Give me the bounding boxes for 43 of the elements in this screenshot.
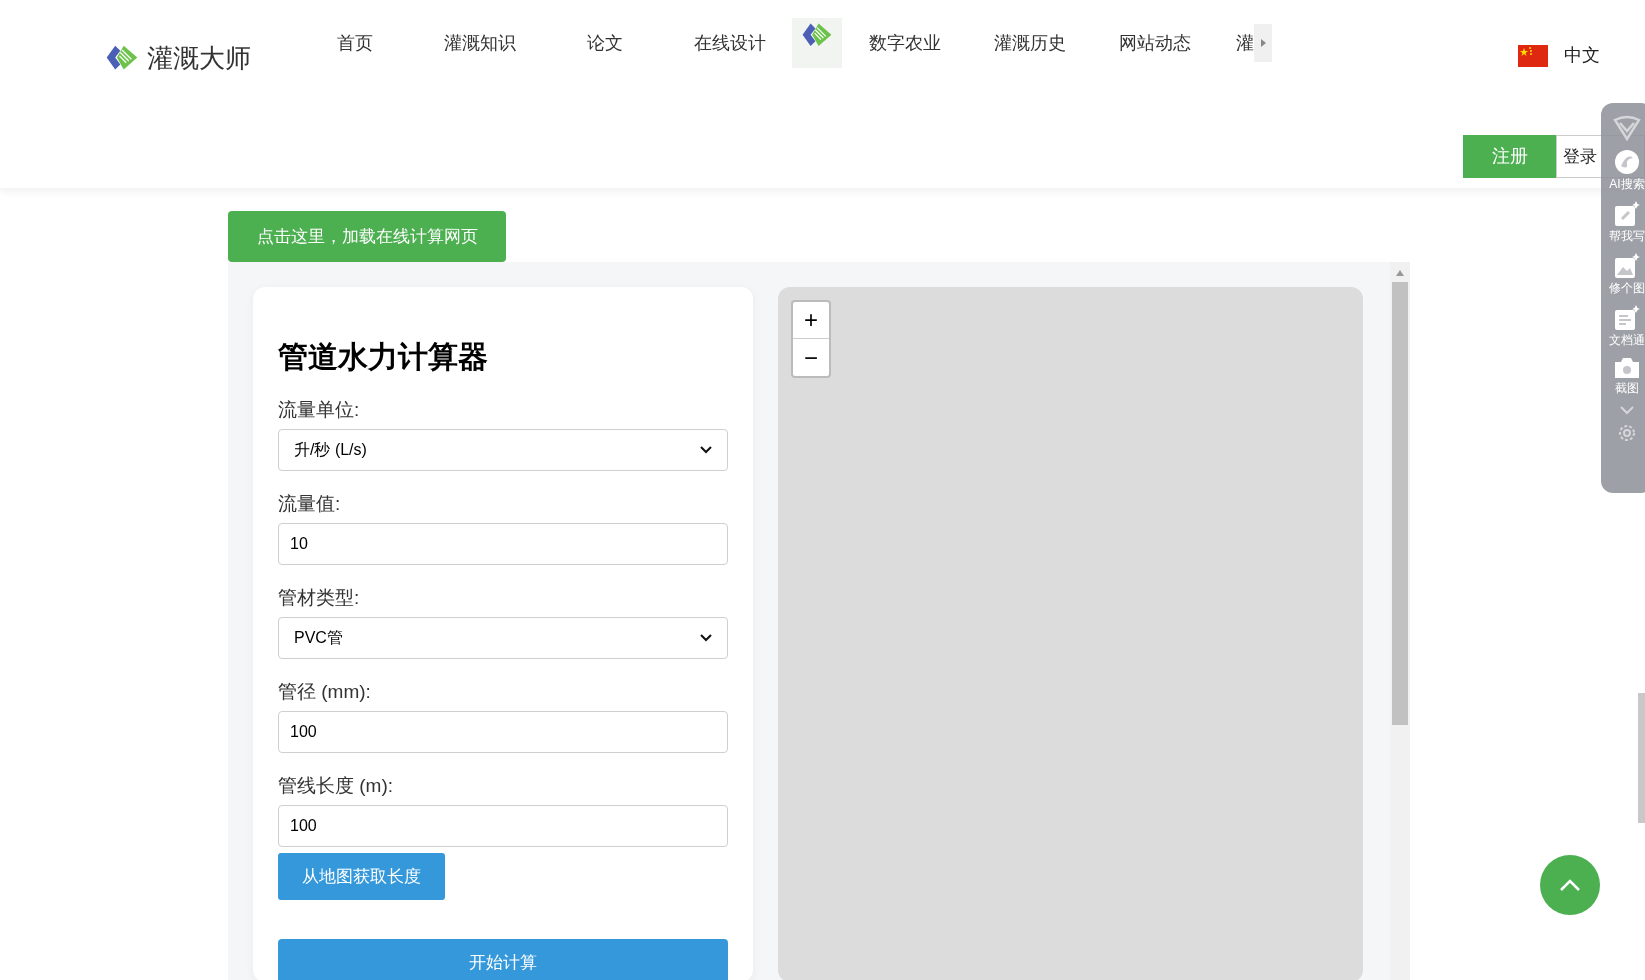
nav-link[interactable]: 灌溉历史 [993, 29, 1066, 57]
nav-link[interactable]: 灌 [1236, 29, 1254, 57]
field-label: 流量值: [278, 493, 342, 515]
calculator-title: 管道水力计算器 [278, 339, 489, 375]
language-label[interactable]: 中文 [1564, 42, 1600, 69]
flag-icon[interactable] [1518, 44, 1548, 67]
logo-thumbnail[interactable] [792, 18, 842, 68]
document-icon[interactable] [1614, 305, 1640, 331]
input-field[interactable]: 100 [278, 805, 728, 847]
chevron-down-icon [700, 446, 712, 454]
settings-icon[interactable] [1617, 423, 1637, 443]
logo-icon [801, 22, 833, 48]
pen-icon[interactable] [1614, 201, 1640, 227]
image-icon[interactable] [1614, 253, 1640, 279]
logo-text: 灌溉大师 [147, 41, 251, 75]
chevron-down-icon [700, 634, 712, 642]
nav-link[interactable]: 网站动态 [1118, 29, 1191, 57]
back-to-top-button[interactable] [1540, 855, 1600, 915]
chevron-up-icon [1559, 879, 1581, 891]
scroll-right-button[interactable] [1254, 24, 1272, 62]
camera-icon[interactable] [1614, 357, 1640, 379]
zoom-out-button[interactable]: − [793, 339, 829, 376]
field-label: 管线长度 (m): [278, 775, 395, 797]
nav-link[interactable]: 首页 [336, 29, 373, 57]
logo-icon [105, 44, 139, 72]
field-label: 管径 (mm): [278, 681, 372, 703]
shield-icon[interactable] [1612, 115, 1642, 141]
nav-link[interactable]: 在线设计 [693, 29, 766, 57]
select-field[interactable]: PVC管 [278, 617, 728, 659]
swirl-icon[interactable] [1614, 149, 1640, 175]
nav-link[interactable]: 论文 [586, 29, 623, 57]
input-field[interactable]: 100 [278, 711, 728, 753]
scrollbar-thumb[interactable] [1392, 282, 1408, 725]
zoom-in-button[interactable]: + [793, 302, 829, 339]
caret-right-icon [1260, 39, 1266, 47]
scroll-up-icon[interactable] [1396, 270, 1404, 276]
field-label: 流量单位: [278, 399, 361, 421]
chevron-down-icon[interactable] [1619, 405, 1635, 415]
input-field[interactable]: 10 [278, 523, 728, 565]
select-field[interactable]: 升/秒 (L/s) [278, 429, 728, 471]
nav-link[interactable]: 数字农业 [868, 29, 941, 57]
nav-link[interactable]: 灌溉知识 [443, 29, 516, 57]
field-label: 管材类型: [278, 587, 361, 609]
